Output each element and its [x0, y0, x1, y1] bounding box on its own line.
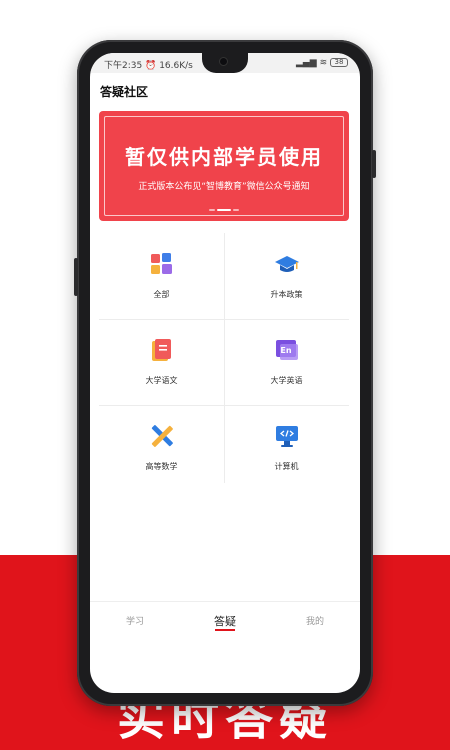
status-left: 下午2:35 ⏰ 16.6K/s [104, 58, 193, 71]
wifi-icon: ≋ [319, 58, 328, 68]
tab-study[interactable]: 学习 [90, 614, 180, 627]
bottom-tab-bar: 学习 答疑 我的 [90, 601, 360, 641]
carousel-dot-active [217, 209, 231, 211]
apps-icon [151, 253, 172, 274]
front-camera [219, 57, 228, 66]
category-grid: 全部 升本政策 大学语文 En 大学英语 高等数学 计算机 [99, 233, 349, 493]
banner-title: 暂仅供内部学员使用 [125, 145, 323, 169]
category-label: 大学语文 [145, 376, 178, 385]
banner[interactable]: 暂仅供内部学员使用 正式版本公布见“智博教育”微信公众号通知 [99, 111, 349, 221]
tab-mine[interactable]: 我的 [270, 614, 360, 627]
notebook-icon [152, 339, 171, 361]
phone-side-button [74, 258, 78, 296]
category-label: 高等数学 [145, 462, 178, 471]
tab-qa-label: 答疑 [214, 615, 236, 628]
page-title: 答疑社区 [100, 85, 149, 99]
category-label: 升本政策 [270, 290, 303, 299]
category-label: 大学英语 [270, 376, 303, 385]
category-computer[interactable]: 计算机 [224, 405, 349, 491]
category-label: 全部 [153, 290, 170, 299]
category-english[interactable]: En 大学英语 [224, 319, 349, 405]
phone-side-button [372, 150, 376, 178]
network-speed: 16.6K/s [159, 61, 193, 71]
carousel-dot [209, 209, 215, 211]
category-chinese[interactable]: 大学语文 [99, 319, 224, 405]
category-all[interactable]: 全部 [99, 233, 224, 319]
category-label: 计算机 [274, 462, 299, 471]
code-monitor-icon [276, 426, 298, 447]
carousel-dot [233, 209, 239, 211]
ruler-pencil-icon [151, 425, 173, 447]
english-icon: En [276, 340, 298, 360]
camera-notch [202, 53, 248, 73]
graduation-cap-icon [275, 256, 299, 272]
category-policy[interactable]: 升本政策 [224, 233, 349, 319]
phone-screen: 下午2:35 ⏰ 16.6K/s ▂▄▆ ≋ 38 答疑社区 暂仅供内部学员使用… [90, 53, 360, 693]
signal-icon: ▂▄▆ [295, 58, 317, 68]
tab-qa[interactable]: 答疑 [180, 613, 270, 631]
status-right: ▂▄▆ ≋ 38 [296, 58, 348, 68]
banner-subtitle: 正式版本公布见“智博教育”微信公众号通知 [138, 182, 310, 192]
battery-icon: 38 [330, 58, 348, 67]
carousel-indicator [209, 209, 239, 212]
category-math[interactable]: 高等数学 [99, 405, 224, 491]
svg-text:En: En [280, 346, 291, 355]
status-time: 下午2:35 [104, 61, 143, 71]
active-tab-indicator [215, 629, 235, 631]
alarm-icon: ⏰ [145, 61, 157, 71]
